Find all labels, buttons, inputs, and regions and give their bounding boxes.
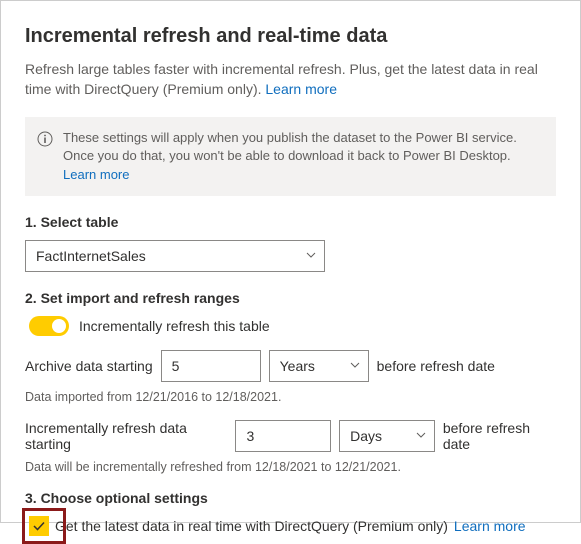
section-1-label: 1. Select table xyxy=(25,214,556,230)
info-icon xyxy=(37,131,53,147)
learn-more-link[interactable]: Learn more xyxy=(265,81,337,97)
dialog-subtitle: Refresh large tables faster with increme… xyxy=(25,60,556,99)
toggle-knob xyxy=(52,319,66,333)
info-bar: These settings will apply when you publi… xyxy=(25,117,556,196)
info-text: These settings will apply when you publi… xyxy=(63,129,540,184)
archive-hint: Data imported from 12/21/2016 to 12/18/2… xyxy=(25,390,556,404)
section-3-label: 3. Choose optional settings xyxy=(25,490,556,506)
refresh-hint: Data will be incrementally refreshed fro… xyxy=(25,460,556,474)
realtime-learn-more-link[interactable]: Learn more xyxy=(454,518,526,534)
dialog-title: Incremental refresh and real-time data xyxy=(25,25,556,48)
refresh-period-input[interactable] xyxy=(235,420,331,452)
archive-label-after: before refresh date xyxy=(377,358,495,374)
archive-period-input[interactable] xyxy=(161,350,261,382)
incremental-refresh-toggle[interactable] xyxy=(29,316,69,336)
refresh-label-after: before refresh date xyxy=(443,420,556,452)
table-select[interactable] xyxy=(25,240,325,272)
archive-unit-select[interactable] xyxy=(269,350,369,382)
refresh-label-before: Incrementally refresh data starting xyxy=(25,420,227,452)
info-message: These settings will apply when you publi… xyxy=(63,130,517,163)
realtime-directquery-checkbox[interactable] xyxy=(29,516,49,536)
toggle-label: Incrementally refresh this table xyxy=(79,318,270,334)
info-learn-more-link[interactable]: Learn more xyxy=(63,167,129,182)
archive-label-before: Archive data starting xyxy=(25,358,153,374)
realtime-option-label: Get the latest data in real time with Di… xyxy=(55,518,448,534)
section-2-label: 2. Set import and refresh ranges xyxy=(25,290,556,306)
refresh-unit-select[interactable] xyxy=(339,420,435,452)
